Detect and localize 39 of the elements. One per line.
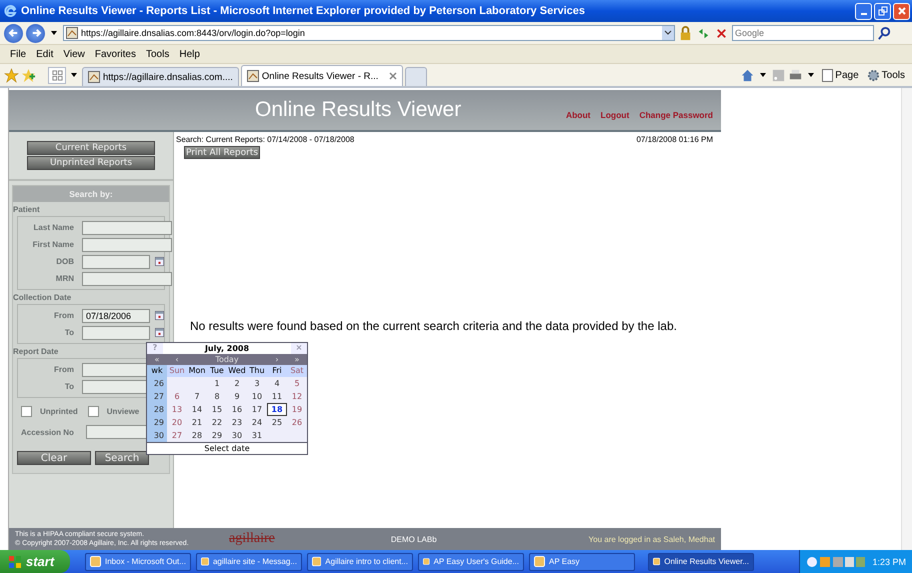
calendar-status: Select date — [147, 442, 307, 454]
checkbox-label: Unviewe — [106, 407, 140, 416]
section-title: Patient — [13, 205, 40, 214]
timestamp: 07/18/2008 01:16 PM — [636, 135, 713, 144]
field-label: First Name — [32, 240, 74, 249]
week-number: 30 — [147, 429, 167, 442]
field-label: To — [64, 328, 74, 337]
section-title: Report Date — [13, 347, 58, 356]
empty-message: No results were found based on the current search criteria and the data provided by the lab. — [190, 319, 678, 333]
clock: 1:23 PM — [872, 556, 906, 566]
panel-heading: Search by: — [13, 186, 169, 202]
field-label: From — [53, 311, 74, 320]
search-summary: Search: Current Reports: 07/14/2008 - 07/18/2008 — [176, 135, 354, 144]
lab-name: DEMO LABb — [390, 534, 437, 544]
week-number: 26 — [147, 377, 167, 390]
week-number: 29 — [147, 416, 167, 429]
weekday-header: Fri — [267, 365, 287, 377]
checkbox-label: Unprinted — [40, 407, 78, 416]
weekday-header: Tue — [207, 365, 227, 377]
company-logo: agillaire — [229, 531, 275, 547]
weekday-header: Thu — [247, 365, 267, 377]
section-title: Collection Date — [13, 293, 72, 302]
window-title: Online Results Viewer - Reports List - Microsoft Internet Explorer provided by Peterson Laboratory Services — [21, 5, 586, 17]
weekday-header: Mon — [187, 365, 207, 377]
field-label: Accession No — [21, 428, 74, 436]
field-label: MRN — [54, 274, 74, 283]
month-title: July, 2008 — [204, 344, 250, 353]
weekday-header: Sat — [287, 365, 307, 377]
field-label: DOB — [55, 257, 74, 266]
week-number: 28 — [147, 403, 167, 416]
weekday-header: Sun — [167, 365, 187, 377]
field-label: From — [53, 365, 74, 374]
site-title: Online Results Viewer — [255, 98, 462, 122]
week-header: wk — [147, 365, 167, 377]
field-label: To — [64, 382, 74, 391]
field-label: Last Name — [32, 223, 74, 232]
weekday-header: Wed — [227, 365, 247, 377]
user-status: You are logged in as Saleh, Medhat — [588, 534, 715, 544]
week-number: 27 — [147, 390, 167, 403]
